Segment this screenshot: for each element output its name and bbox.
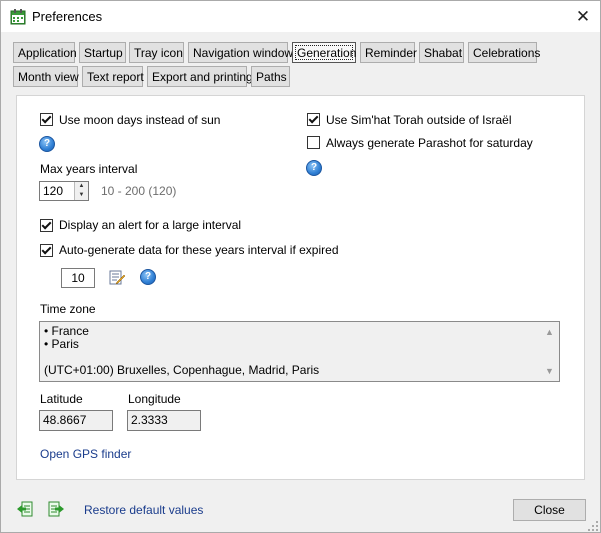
max-years-label: Max years interval: [40, 162, 138, 176]
display-alert-checkbox[interactable]: [40, 219, 53, 232]
window-close-button[interactable]: ✕: [566, 1, 600, 32]
scroll-up-arrow-icon[interactable]: ▲: [545, 327, 554, 337]
spin-down-button[interactable]: ▼: [75, 191, 88, 200]
always-parashot-label: Always generate Parashot for saturday: [326, 136, 533, 150]
longitude-field[interactable]: 2.3333: [127, 410, 201, 431]
tab-startup[interactable]: Startup: [79, 42, 126, 63]
auto-generate-checkbox[interactable]: [40, 244, 53, 257]
resize-grip-icon[interactable]: [587, 520, 599, 532]
close-button[interactable]: Close: [513, 499, 586, 521]
display-alert-label: Display an alert for a large interval: [59, 218, 242, 232]
use-moon-days-label: Use moon days instead of sun: [59, 113, 221, 127]
longitude-label: Longitude: [128, 392, 181, 406]
tab-shabat[interactable]: Shabat: [419, 42, 464, 63]
tab-application[interactable]: Application: [13, 42, 77, 63]
max-years-value: 120: [43, 184, 64, 198]
use-simhat-torah-label: Use Sim'hat Torah outside of Israël: [326, 113, 512, 127]
max-years-spinner[interactable]: 120 ▲ ▼: [39, 181, 89, 201]
tab-export-and-printing[interactable]: Export and printing: [147, 66, 253, 87]
auto-generate-years-field[interactable]: 10: [61, 268, 95, 288]
latitude-field[interactable]: 48.8667: [39, 410, 113, 431]
open-gps-finder-link[interactable]: Open GPS finder: [40, 447, 131, 461]
calendar-app-icon: [10, 9, 26, 25]
tab-navigation-window[interactable]: Navigation window: [188, 42, 293, 63]
tab-text-report[interactable]: Text report: [82, 66, 144, 87]
window-title: Preferences: [32, 9, 103, 24]
title-bar: Preferences ✕: [1, 1, 600, 32]
time-zone-city: • Paris: [44, 337, 79, 351]
tab-reminder[interactable]: Reminder: [360, 42, 417, 63]
help-icon[interactable]: ?: [39, 136, 55, 152]
tab-month-view[interactable]: Month view: [13, 66, 79, 87]
scroll-down-arrow-icon[interactable]: ▼: [545, 366, 554, 376]
preferences-window: Preferences ✕ Application Startup Tray i…: [0, 0, 601, 533]
export-icon[interactable]: [48, 501, 64, 517]
time-zone-label: Time zone: [40, 302, 96, 316]
latitude-label: Latitude: [40, 392, 83, 406]
time-zone-textbox[interactable]: • France • Paris (UTC+01:00) Bruxelles, …: [39, 321, 560, 382]
tab-tray-icon[interactable]: Tray icon: [129, 42, 184, 63]
use-simhat-torah-checkbox[interactable]: [307, 113, 320, 126]
time-zone-utc: (UTC+01:00) Bruxelles, Copenhague, Madri…: [44, 363, 320, 377]
edit-icon[interactable]: [109, 269, 125, 285]
close-icon: ✕: [575, 7, 591, 26]
help-icon[interactable]: ?: [140, 269, 156, 285]
always-parashot-checkbox[interactable]: [307, 136, 320, 149]
auto-generate-label: Auto-generate data for these years inter…: [59, 243, 339, 257]
help-icon[interactable]: ?: [306, 160, 322, 176]
use-moon-days-checkbox[interactable]: [40, 113, 53, 126]
time-zone-country: • France: [44, 324, 89, 338]
tab-generation[interactable]: Generation: [292, 42, 356, 63]
tab-paths[interactable]: Paths: [251, 66, 290, 87]
max-years-range-hint: 10 - 200 (120): [101, 184, 177, 198]
import-icon[interactable]: [17, 501, 33, 517]
restore-default-values-link[interactable]: Restore default values: [84, 503, 203, 517]
spinner-buttons: ▲ ▼: [74, 182, 88, 200]
tab-celebrations[interactable]: Celebrations: [468, 42, 540, 63]
